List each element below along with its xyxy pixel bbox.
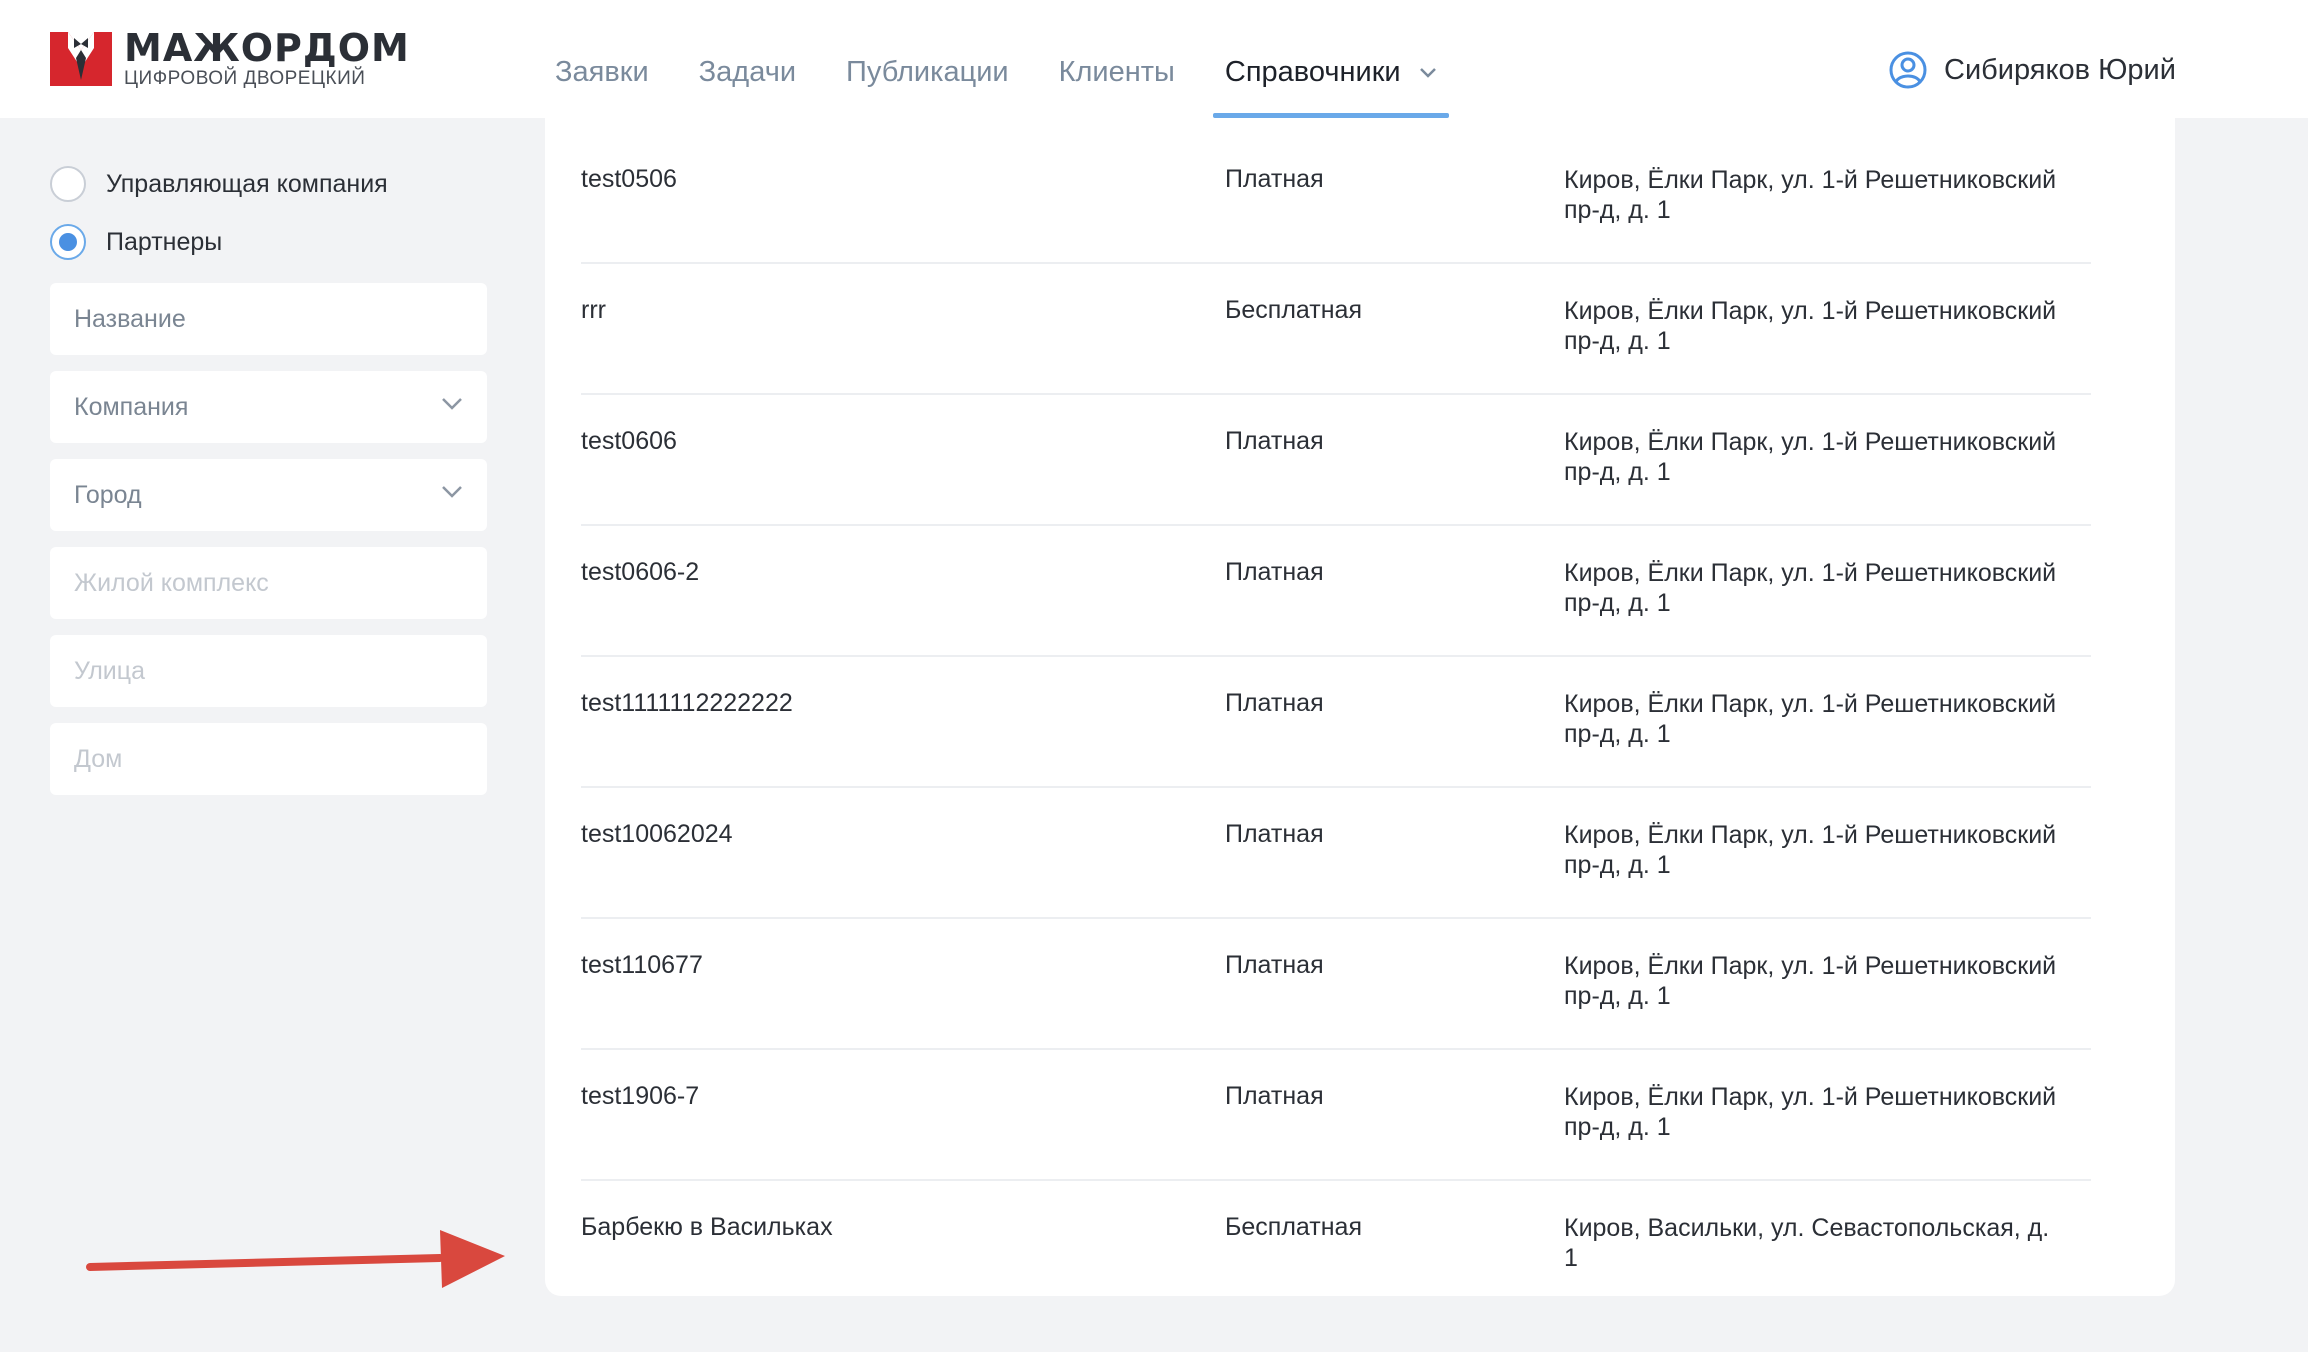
- partner-name: test110677: [581, 951, 703, 979]
- city-select[interactable]: Город: [50, 459, 487, 531]
- name-input[interactable]: [74, 304, 487, 334]
- residential-complex-field: [50, 547, 487, 619]
- main-nav: Заявки Задачи Публикации Клиенты Справоч…: [555, 56, 1499, 118]
- partner-name: test0606-2: [581, 558, 700, 586]
- nav-item-requests[interactable]: Заявки: [555, 56, 649, 118]
- partner-type: Платная: [1225, 820, 1324, 848]
- butler-bowtie-logo-icon: [50, 32, 112, 86]
- partner-address: Киров, Ёлки Парк, ул. 1-й Решетниковский…: [1564, 297, 2057, 355]
- partner-address: Киров, Ёлки Парк, ул. 1-й Решетниковский…: [1564, 690, 2057, 748]
- chevron-down-icon: [442, 398, 462, 410]
- residential-complex-input[interactable]: [74, 568, 487, 598]
- radio-label: Управляющая компания: [106, 169, 388, 198]
- partner-address: Киров, Ёлки Парк, ул. 1-й Решетниковский…: [1564, 166, 2057, 224]
- table-row[interactable]: test10062024 Платная Киров, Ёлки Парк, у…: [581, 788, 2091, 919]
- partner-name: test0506: [581, 165, 677, 193]
- table-row[interactable]: test110677 Платная Киров, Ёлки Парк, ул.…: [581, 919, 2091, 1050]
- logo-title: МАЖОРДОМ: [124, 26, 410, 70]
- table-row[interactable]: Барбекю в Васильках Бесплатная Киров, Ва…: [581, 1181, 2091, 1312]
- company-select-label: Компания: [74, 392, 189, 421]
- company-select[interactable]: Компания: [50, 371, 487, 443]
- house-input[interactable]: [74, 744, 487, 774]
- user-name: Сибиряков Юрий: [1944, 53, 2176, 86]
- partner-address: Киров, Ёлки Парк, ул. 1-й Решетниковский…: [1564, 1083, 2057, 1141]
- partner-name: test1111112222222: [581, 689, 793, 717]
- street-input[interactable]: [74, 656, 487, 686]
- filters-sidebar: Управляющая компания Партнеры Компания Г…: [50, 155, 487, 811]
- table-row[interactable]: rrr Бесплатная Киров, Ёлки Парк, ул. 1-й…: [581, 264, 2091, 395]
- partner-address: Киров, Васильки, ул. Севастопольская, д.…: [1564, 1214, 2050, 1272]
- radio-partners[interactable]: Партнеры: [50, 213, 487, 271]
- partner-address: Киров, Ёлки Парк, ул. 1-й Решетниковский…: [1564, 428, 2057, 486]
- radio-button-checked[interactable]: [50, 224, 86, 260]
- partners-list: test0506 Платная Киров, Ёлки Парк, ул. 1…: [545, 118, 2175, 1296]
- table-row[interactable]: test0506 Платная Киров, Ёлки Парк, ул. 1…: [581, 133, 2091, 264]
- table-row[interactable]: test1906-7 Платная Киров, Ёлки Парк, ул.…: [581, 1050, 2091, 1181]
- table-row[interactable]: test1111112222222 Платная Киров, Ёлки Па…: [581, 657, 2091, 788]
- partner-name: test10062024: [581, 820, 733, 848]
- chevron-down-icon: [1419, 68, 1436, 79]
- partner-name: rrr: [581, 296, 606, 324]
- user-menu[interactable]: Сибиряков Юрий: [1888, 50, 2176, 90]
- radio-label: Партнеры: [106, 227, 223, 256]
- radio-button[interactable]: [50, 166, 86, 202]
- nav-item-clients[interactable]: Клиенты: [1059, 56, 1175, 118]
- partner-address: Киров, Ёлки Парк, ул. 1-й Решетниковский…: [1564, 559, 2057, 617]
- partner-name: Барбекю в Васильках: [581, 1213, 833, 1241]
- user-circle-icon: [1889, 51, 1927, 89]
- chevron-down-icon: [442, 486, 462, 498]
- partner-address: Киров, Ёлки Парк, ул. 1-й Решетниковский…: [1564, 952, 2057, 1010]
- partner-address: Киров, Ёлки Парк, ул. 1-й Решетниковский…: [1564, 821, 2057, 879]
- nav-item-directories[interactable]: Справочники: [1212, 56, 1449, 118]
- city-select-label: Город: [74, 480, 142, 509]
- radio-management-company[interactable]: Управляющая компания: [50, 155, 487, 213]
- partner-name: test0606: [581, 427, 677, 455]
- nav-item-tasks[interactable]: Задачи: [699, 56, 796, 118]
- arrow-right-annotation-icon: [86, 1230, 505, 1288]
- table-row[interactable]: test0606 Платная Киров, Ёлки Парк, ул. 1…: [581, 395, 2091, 526]
- street-field: [50, 635, 487, 707]
- partner-type: Платная: [1225, 165, 1324, 193]
- partner-type: Платная: [1225, 951, 1324, 979]
- partner-name: test1906-7: [581, 1082, 700, 1110]
- app-logo[interactable]: МАЖОРДОМ ЦИФРОВОЙ ДВОРЕЦКИЙ: [50, 28, 410, 90]
- name-field: [50, 283, 487, 355]
- table-row[interactable]: test0606-2 Платная Киров, Ёлки Парк, ул.…: [581, 526, 2091, 657]
- top-header: МАЖОРДОМ ЦИФРОВОЙ ДВОРЕЦКИЙ Заявки Задач…: [0, 0, 2308, 118]
- partner-type: Платная: [1225, 558, 1324, 586]
- partner-type: Платная: [1225, 427, 1324, 455]
- partner-type: Платная: [1225, 689, 1324, 717]
- partner-type: Платная: [1225, 1082, 1324, 1110]
- nav-item-publications[interactable]: Публикации: [846, 56, 1009, 118]
- logo-subtitle: ЦИФРОВОЙ ДВОРЕЦКИЙ: [124, 68, 366, 89]
- partner-type: Бесплатная: [1225, 296, 1362, 324]
- partner-type: Бесплатная: [1225, 1213, 1362, 1241]
- house-field: [50, 723, 487, 795]
